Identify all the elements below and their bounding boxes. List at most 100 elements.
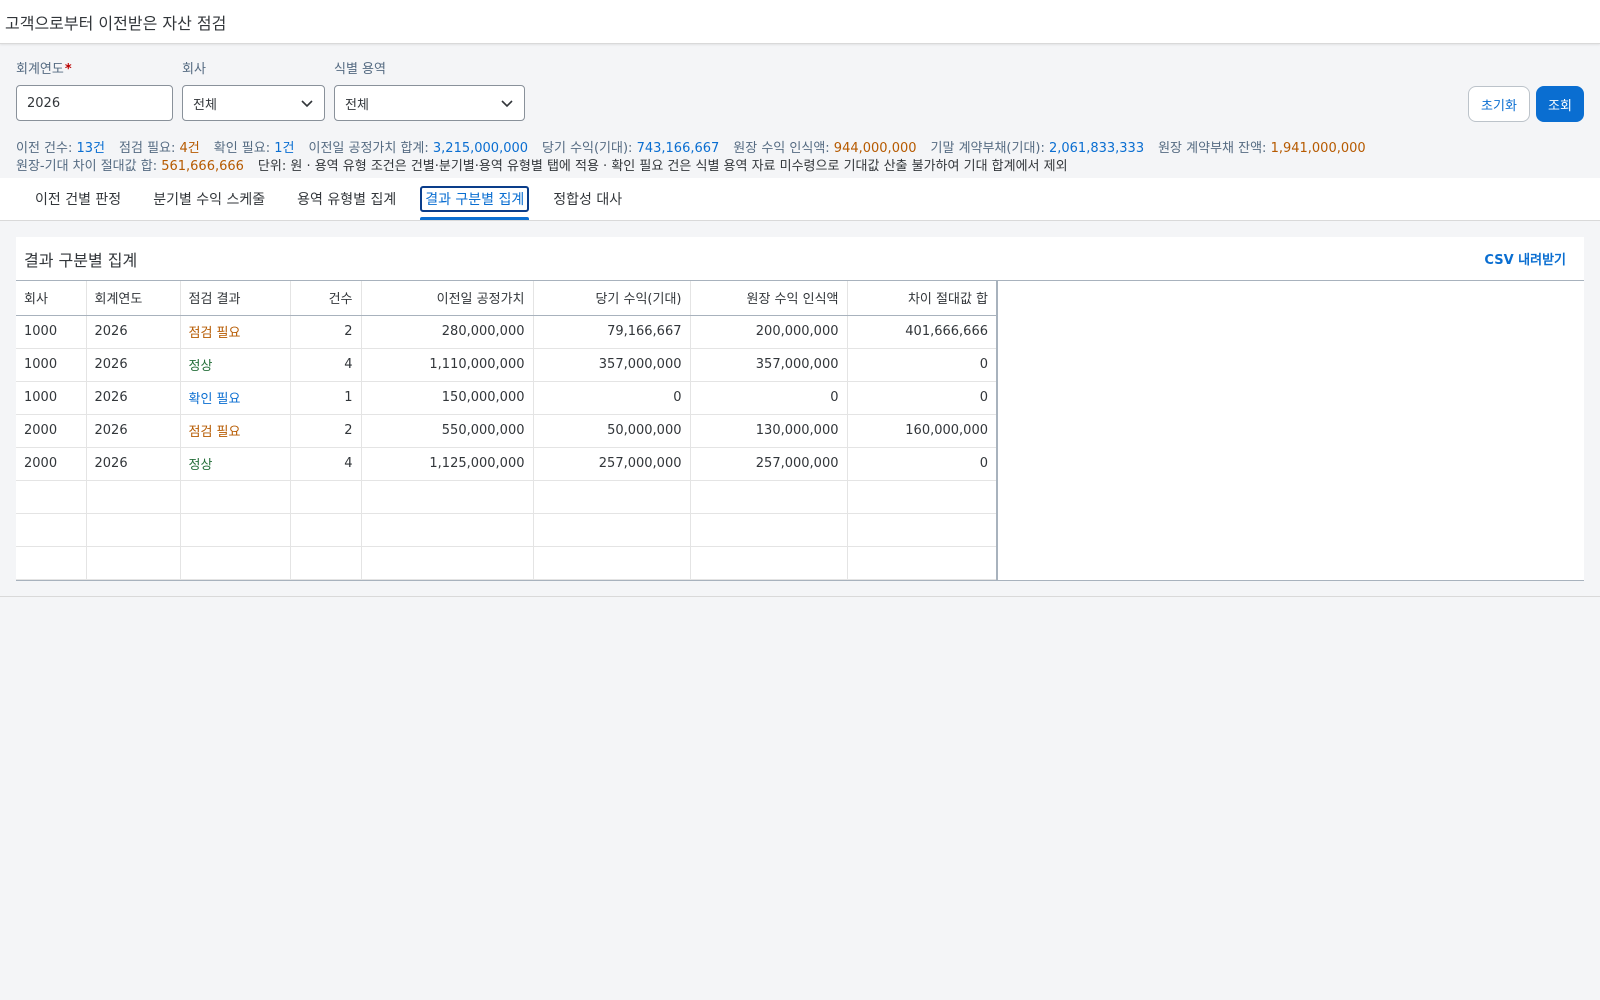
cell-count: 2 <box>290 414 362 448</box>
result-table: 회사 회계연도 점검 결과 건수 이전일 공정가치 당기 수익(기대) 원장 수익 인식액 차… <box>16 280 1584 581</box>
fiscal-year-label: 회계연도 <box>16 62 64 77</box>
table-row[interactable]: 1000 2026 확인 필요 1 150,000,000 0 0 0 <box>16 381 998 415</box>
tab-bar: 이전 건별 판정 분기별 수익 스케줄 용역 유형별 집계 결과 구분별 집계 정합성 … <box>0 178 1600 221</box>
diff-sum-label: 원장-기대 차이 절대값 합: <box>16 159 162 174</box>
cell-fair-value: 1,125,000,000 <box>361 447 534 481</box>
tab-1[interactable]: 분기별 수익 스케줄 <box>137 178 281 220</box>
cell-result: 정상 <box>180 447 291 481</box>
cell-result: 점검 필요 <box>180 414 291 448</box>
cell-fair-value: 280,000,000 <box>361 315 534 349</box>
cell-diff: 401,666,666 <box>847 315 998 349</box>
cell-expected: 0 <box>533 381 691 415</box>
cell-diff: 160,000,000 <box>847 414 998 448</box>
cell-result: 점검 필요 <box>180 315 291 349</box>
table-row[interactable]: 1000 2026 점검 필요 2 280,000,000 79,166,667 200,0… <box>16 315 998 349</box>
service-field: 식별 용역 전체 <box>334 58 525 121</box>
summary-value: 743,166,667 <box>636 141 720 156</box>
tab-3[interactable]: 결과 구분별 집계 <box>412 178 537 220</box>
cell-company: 1000 <box>16 315 87 349</box>
cell-company: 1000 <box>16 348 87 382</box>
tab-4[interactable]: 정합성 대사 <box>537 178 638 220</box>
summary-line-1: 이전 건수: 13건 점검 필요: 4건 확인 필요: 1건 이전일 공정가치 합계:… <box>16 140 1584 158</box>
summary-strip: 이전 건수: 13건 점검 필요: 4건 확인 필요: 1건 이전일 공정가치 합계:… <box>0 128 1600 178</box>
summary-label: 원장 계약부채 잔액: <box>1158 141 1271 156</box>
company-select[interactable]: 전체 <box>182 85 325 121</box>
cell-count: 2 <box>290 315 362 349</box>
cell-expected: 357,000,000 <box>533 348 691 382</box>
tab-label: 용역 유형별 집계 <box>297 192 397 208</box>
cell-result: 확인 필요 <box>180 381 291 415</box>
tab-label: 분기별 수익 스케줄 <box>153 192 266 208</box>
tab-label: 이전 건별 판정 <box>35 192 122 208</box>
column-header[interactable]: 이전일 공정가치 <box>361 281 534 316</box>
company-label: 회사 <box>182 62 206 77</box>
cell-expected: 79,166,667 <box>533 315 691 349</box>
cell-year: 2026 <box>86 348 181 382</box>
table-row[interactable]: 1000 2026 정상 4 1,110,000,000 357,000,000 357,0… <box>16 348 998 382</box>
fiscal-year-input[interactable]: 2026 <box>16 85 173 121</box>
cell-fair-value: 150,000,000 <box>361 381 534 415</box>
summary-label: 기말 계약부채(기대): <box>930 141 1049 156</box>
cell-ledger: 130,000,000 <box>690 414 848 448</box>
column-header[interactable]: 점검 결과 <box>180 281 291 316</box>
filter-bar: 회계연도* 2026 회사 전체 식별 용역 전체 초기화 조회 <box>0 44 1600 128</box>
fiscal-year-field: 회계연도* 2026 <box>16 58 173 121</box>
summary-value: 2,061,833,333 <box>1048 141 1145 156</box>
cell-ledger: 257,000,000 <box>690 447 848 481</box>
cell-year: 2026 <box>86 414 181 448</box>
column-header[interactable]: 회사 <box>16 281 87 316</box>
summary-label: 점검 필요: <box>119 141 180 156</box>
tab-2[interactable]: 용역 유형별 집계 <box>281 178 412 220</box>
cell-diff: 0 <box>847 447 998 481</box>
summary-value: 13건 <box>76 141 106 156</box>
cell-fair-value: 550,000,000 <box>361 414 534 448</box>
summary-label: 원장 수익 인식액: <box>733 141 834 156</box>
fiscal-year-value: 2026 <box>27 95 61 111</box>
search-button[interactable]: 조회 <box>1536 86 1584 122</box>
cell-ledger: 200,000,000 <box>690 315 848 349</box>
reset-button[interactable]: 초기화 <box>1468 86 1530 122</box>
page-title: 고객으로부터 이전받은 자산 점검 <box>5 13 227 33</box>
csv-download-link[interactable]: CSV 내려받기 <box>1484 249 1566 268</box>
summary-value: 1,941,000,000 <box>1270 141 1366 156</box>
panel-header: 결과 구분별 집계 CSV 내려받기 <box>16 237 1584 280</box>
cell-company: 2000 <box>16 414 87 448</box>
summary-value: 3,215,000,000 <box>432 141 529 156</box>
panel-title: 결과 구분별 집계 <box>24 250 138 270</box>
chevron-down-icon <box>301 100 313 108</box>
tab-label: 정합성 대사 <box>553 192 623 208</box>
result-summary-panel: 결과 구분별 집계 CSV 내려받기 회사 회계연도 점검 결과 건수 이전일 공정가치… <box>16 237 1584 581</box>
cell-fair-value: 1,110,000,000 <box>361 348 534 382</box>
summary-line-2: 원장-기대 차이 절대값 합: 561,666,666 단위: 원 · 용역 유형… <box>16 158 1584 176</box>
company-field: 회사 전체 <box>182 58 325 121</box>
service-select[interactable]: 전체 <box>334 85 525 121</box>
cell-count: 1 <box>290 381 362 415</box>
empty-row <box>16 546 998 580</box>
company-select-value: 전체 <box>193 97 217 113</box>
cell-diff: 0 <box>847 348 998 382</box>
summary-label: 이전일 공정가치 합계: <box>308 141 433 156</box>
column-header[interactable]: 건수 <box>290 281 362 316</box>
empty-row <box>16 513 998 547</box>
table-row[interactable]: 2000 2026 점검 필요 2 550,000,000 50,000,000 130,0… <box>16 414 998 448</box>
cell-expected: 257,000,000 <box>533 447 691 481</box>
service-select-value: 전체 <box>345 97 369 113</box>
column-header[interactable]: 회계연도 <box>86 281 181 316</box>
column-header[interactable]: 차이 절대값 합 <box>847 281 998 316</box>
summary-value: 1건 <box>274 141 295 156</box>
column-header[interactable]: 당기 수익(기대) <box>533 281 691 316</box>
content-divider <box>0 596 1600 597</box>
table-row[interactable]: 2000 2026 정상 4 1,125,000,000 257,000,000 257,0… <box>16 447 998 481</box>
service-label: 식별 용역 <box>334 62 386 77</box>
required-mark: * <box>64 62 72 77</box>
cell-year: 2026 <box>86 315 181 349</box>
chevron-down-icon <box>501 100 513 108</box>
column-header[interactable]: 원장 수익 인식액 <box>690 281 848 316</box>
tab-label: 결과 구분별 집계 <box>420 186 530 212</box>
cell-company: 2000 <box>16 447 87 481</box>
cell-ledger: 357,000,000 <box>690 348 848 382</box>
summary-label: 확인 필요: <box>213 141 275 156</box>
summary-value: 944,000,000 <box>833 141 917 156</box>
summary-note: 단위: 원 · 용역 유형 조건은 건별·분기별·용역 유형별 탭에 적용 · … <box>257 159 1068 174</box>
tab-0[interactable]: 이전 건별 판정 <box>19 178 137 220</box>
